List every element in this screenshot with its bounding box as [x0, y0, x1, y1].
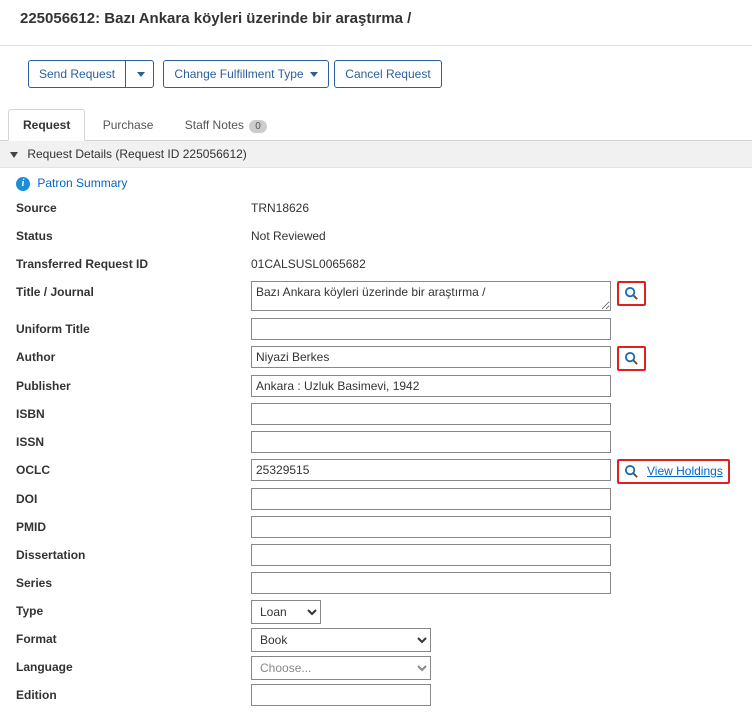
record-id: 225056612 [20, 10, 95, 27]
request-details-form: Source TRN18626 Status Not Reviewed Tran… [0, 195, 752, 720]
isbn-input[interactable] [251, 403, 611, 425]
send-request-button[interactable]: Send Request [28, 60, 125, 88]
series-label: Series [16, 572, 251, 590]
info-icon: i [16, 177, 30, 191]
pmid-input[interactable] [251, 516, 611, 538]
pmid-label: PMID [16, 516, 251, 534]
language-label: Language [16, 656, 251, 674]
patron-summary-link[interactable]: i Patron Summary [0, 168, 752, 195]
staff-notes-count-badge: 0 [249, 120, 267, 133]
record-title: Bazı Ankara köyleri üzerinde bir araştır… [104, 10, 411, 27]
tab-request[interactable]: Request [8, 109, 85, 141]
view-holdings-link[interactable]: View Holdings [647, 464, 723, 478]
chevron-down-icon [10, 152, 18, 158]
format-label: Format [16, 628, 251, 646]
format-select[interactable]: Book [251, 628, 431, 652]
request-details-section-toggle[interactable]: Request Details (Request ID 225056612) [0, 141, 752, 168]
search-icon[interactable] [624, 286, 639, 301]
source-value: TRN18626 [251, 197, 309, 215]
section-header-label: Request Details (Request ID 225056612) [27, 147, 246, 161]
publisher-label: Publisher [16, 375, 251, 393]
author-search-highlight [617, 346, 646, 371]
status-label: Status [16, 225, 251, 243]
action-toolbar: Send Request Change Fulfillment Type Can… [0, 60, 752, 108]
oclc-label: OCLC [16, 459, 251, 477]
edition-label: Edition [16, 684, 251, 702]
dissertation-input[interactable] [251, 544, 611, 566]
page-title: 225056612: Bazı Ankara köyleri üzerinde … [0, 0, 752, 46]
isbn-label: ISBN [16, 403, 251, 421]
issn-label: ISSN [16, 431, 251, 449]
tab-purchase[interactable]: Purchase [89, 110, 168, 140]
title-journal-label: Title / Journal [16, 281, 251, 299]
edition-input[interactable] [251, 684, 431, 706]
type-label: Type [16, 600, 251, 618]
author-label: Author [16, 346, 251, 364]
uniform-title-input[interactable] [251, 318, 611, 340]
oclc-input[interactable] [251, 459, 611, 481]
source-label: Source [16, 197, 251, 215]
title-search-highlight [617, 281, 646, 306]
cancel-request-button[interactable]: Cancel Request [334, 60, 441, 88]
dissertation-label: Dissertation [16, 544, 251, 562]
status-value: Not Reviewed [251, 225, 326, 243]
oclc-holdings-highlight: View Holdings [617, 459, 730, 484]
publisher-input[interactable] [251, 375, 611, 397]
search-icon[interactable] [624, 464, 639, 479]
series-input[interactable] [251, 572, 611, 594]
language-select[interactable]: Choose... [251, 656, 431, 680]
author-input[interactable] [251, 346, 611, 368]
send-request-dropdown-toggle[interactable] [125, 60, 154, 88]
issn-input[interactable] [251, 431, 611, 453]
search-icon[interactable] [624, 351, 639, 366]
doi-input[interactable] [251, 488, 611, 510]
title-journal-input[interactable]: Bazı Ankara köyleri üzerinde bir araştır… [251, 281, 611, 311]
type-select[interactable]: Loan [251, 600, 321, 624]
transferred-request-id-value: 01CALSUSL0065682 [251, 253, 366, 271]
doi-label: DOI [16, 488, 251, 506]
uniform-title-label: Uniform Title [16, 318, 251, 336]
tab-staff-notes[interactable]: Staff Notes 0 [171, 110, 281, 141]
change-fulfillment-type-button[interactable]: Change Fulfillment Type [163, 60, 329, 88]
chevron-down-icon [137, 72, 145, 77]
chevron-down-icon [310, 72, 318, 77]
tab-bar: Request Purchase Staff Notes 0 [0, 108, 752, 141]
transferred-request-id-label: Transferred Request ID [16, 253, 251, 271]
